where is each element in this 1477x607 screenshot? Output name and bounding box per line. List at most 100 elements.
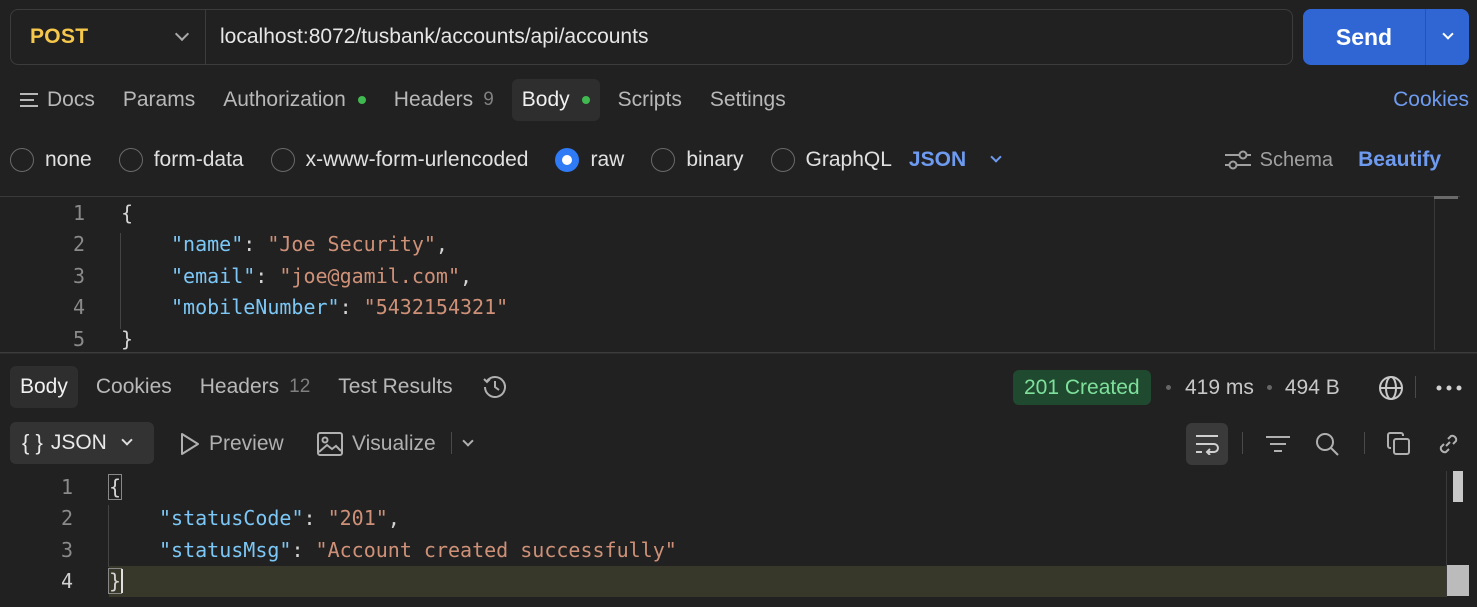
code-text: { bbox=[73, 473, 123, 500]
chevron-down-icon bbox=[462, 435, 474, 447]
radio-selected-icon bbox=[555, 148, 580, 172]
code-line: 1 { bbox=[0, 197, 1460, 229]
code-text: "statusCode": "201", bbox=[159, 506, 400, 531]
send-options-button[interactable] bbox=[1425, 9, 1469, 65]
divider bbox=[451, 432, 452, 454]
code-line: 3 "statusMsg": "Account created successf… bbox=[0, 534, 1477, 566]
braces-icon: { } bbox=[22, 430, 43, 455]
response-tabs: Body Cookies Headers 12 Test Results bbox=[10, 366, 527, 408]
radio-raw[interactable]: raw bbox=[555, 148, 624, 172]
json-key: "mobileNumber" bbox=[171, 295, 340, 320]
radio-binary[interactable]: binary bbox=[651, 148, 744, 172]
radio-label: none bbox=[45, 148, 92, 171]
send-button[interactable]: Send bbox=[1303, 9, 1425, 65]
scrollbar-thumb[interactable] bbox=[1434, 196, 1458, 199]
format-label: JSON bbox=[50, 431, 107, 454]
network-button[interactable] bbox=[1370, 367, 1412, 409]
json-key: "name" bbox=[171, 232, 244, 257]
request-body-editor[interactable]: 1 { 2 "name": "Joe Security", 3 "email":… bbox=[0, 196, 1460, 351]
cookies-link[interactable]: Cookies bbox=[1393, 88, 1469, 112]
separator-dot bbox=[1166, 385, 1171, 390]
response-body-viewer[interactable]: 1 { 2 "statusCode": "201", 3 "statusMsg"… bbox=[0, 471, 1477, 607]
code-line: 5 } bbox=[0, 323, 1460, 355]
preview-button[interactable]: Preview bbox=[178, 428, 284, 460]
response-format-select[interactable]: { } JSON bbox=[10, 422, 154, 464]
tab-scripts[interactable]: Scripts bbox=[608, 79, 692, 121]
line-number: 3 bbox=[72, 263, 85, 288]
radio-form-data[interactable]: form-data bbox=[118, 148, 244, 172]
language-label: JSON bbox=[908, 148, 967, 171]
json-trail: , bbox=[460, 263, 473, 288]
status-dot-icon bbox=[581, 96, 590, 104]
status-badge[interactable]: 201 Created bbox=[1013, 370, 1151, 405]
tab-headers[interactable]: Headers 9 bbox=[384, 79, 504, 121]
request-tabs: Docs Params Authorization Headers 9 Body… bbox=[10, 79, 1469, 121]
preview-label: Preview bbox=[209, 432, 284, 455]
tab-test-results[interactable]: Test Results bbox=[328, 366, 462, 408]
wrap-lines-button[interactable] bbox=[1186, 423, 1228, 465]
search-button[interactable] bbox=[1306, 423, 1348, 465]
headers-count: 9 bbox=[483, 89, 494, 110]
method-label: POST bbox=[30, 25, 89, 48]
tab-response-headers[interactable]: Headers 12 bbox=[190, 366, 321, 408]
radio-graphql[interactable]: GraphQL bbox=[770, 148, 892, 172]
scrollbar[interactable] bbox=[1434, 196, 1435, 350]
tab-body[interactable]: Body bbox=[511, 79, 600, 121]
line-number: 5 bbox=[72, 326, 85, 351]
schema-button[interactable]: Schema bbox=[1224, 149, 1333, 172]
chevron-down-icon bbox=[1441, 28, 1454, 40]
json-key: "statusCode" bbox=[159, 506, 304, 531]
link-icon bbox=[1439, 434, 1458, 454]
scrollbar-thumb[interactable] bbox=[1453, 471, 1463, 502]
divider bbox=[1242, 432, 1243, 454]
tab-response-body[interactable]: Body bbox=[10, 366, 78, 408]
radio-label: x-www-form-urlencoded bbox=[305, 148, 529, 171]
response-size[interactable]: 494 B bbox=[1285, 376, 1340, 400]
chevron-down-icon bbox=[174, 26, 190, 42]
code-line: 2 "statusCode": "201", bbox=[0, 503, 1477, 535]
tab-settings[interactable]: Settings bbox=[700, 79, 796, 121]
beautify-button[interactable]: Beautify bbox=[1358, 148, 1441, 172]
tab-body-label: Body bbox=[521, 88, 570, 111]
response-meta: 419 ms 494 B bbox=[1166, 370, 1340, 405]
visualize-options-button[interactable] bbox=[462, 428, 474, 460]
method-select[interactable]: POST bbox=[11, 10, 206, 64]
url-bar: POST localhost:8072/tusbank/accounts/api… bbox=[10, 9, 1293, 65]
response-time[interactable]: 419 ms bbox=[1185, 376, 1254, 400]
radio-circle-icon bbox=[651, 148, 676, 172]
more-options-button[interactable] bbox=[1428, 367, 1470, 409]
filter-button[interactable] bbox=[1257, 423, 1299, 465]
radio-urlencoded[interactable]: x-www-form-urlencoded bbox=[270, 148, 529, 172]
radio-none[interactable]: none bbox=[10, 148, 92, 172]
bracket-match: { bbox=[107, 473, 123, 500]
link-button[interactable] bbox=[1427, 423, 1469, 465]
url-input[interactable]: localhost:8072/tusbank/accounts/api/acco… bbox=[206, 25, 648, 49]
code-line: 3 "email": "joe@gamil.com", bbox=[0, 260, 1460, 292]
sliders-icon bbox=[1224, 150, 1251, 170]
tab-params[interactable]: Params bbox=[113, 79, 205, 121]
divider bbox=[1364, 432, 1365, 454]
line-number: 4 bbox=[72, 295, 85, 320]
headers-count: 12 bbox=[289, 376, 311, 397]
history-button[interactable] bbox=[471, 366, 519, 408]
tab-headers-label: Headers bbox=[393, 88, 474, 111]
docs-icon bbox=[20, 93, 38, 107]
pane-divider[interactable] bbox=[0, 352, 1477, 354]
indent-guide bbox=[108, 505, 109, 567]
tab-response-cookies[interactable]: Cookies bbox=[86, 366, 182, 408]
json-value: "5432154321" bbox=[363, 295, 509, 320]
line-number: 3 bbox=[60, 537, 73, 562]
json-value: "201" bbox=[327, 506, 388, 531]
code-text: "statusMsg": "Account created successful… bbox=[159, 537, 677, 562]
code-line: 2 "name": "Joe Security", bbox=[0, 229, 1460, 261]
tab-authorization[interactable]: Authorization bbox=[213, 79, 376, 121]
json-key: "email" bbox=[171, 263, 256, 288]
visualize-button[interactable]: Visualize bbox=[316, 428, 436, 460]
image-icon bbox=[317, 432, 343, 456]
chevron-down-icon bbox=[990, 151, 1002, 163]
tab-docs[interactable]: Docs bbox=[10, 79, 105, 121]
radio-circle-icon bbox=[10, 148, 34, 172]
body-type-selector: none form-data x-www-form-urlencoded raw… bbox=[10, 140, 1441, 180]
copy-button[interactable] bbox=[1378, 423, 1420, 465]
language-select[interactable]: JSON bbox=[908, 148, 1002, 172]
